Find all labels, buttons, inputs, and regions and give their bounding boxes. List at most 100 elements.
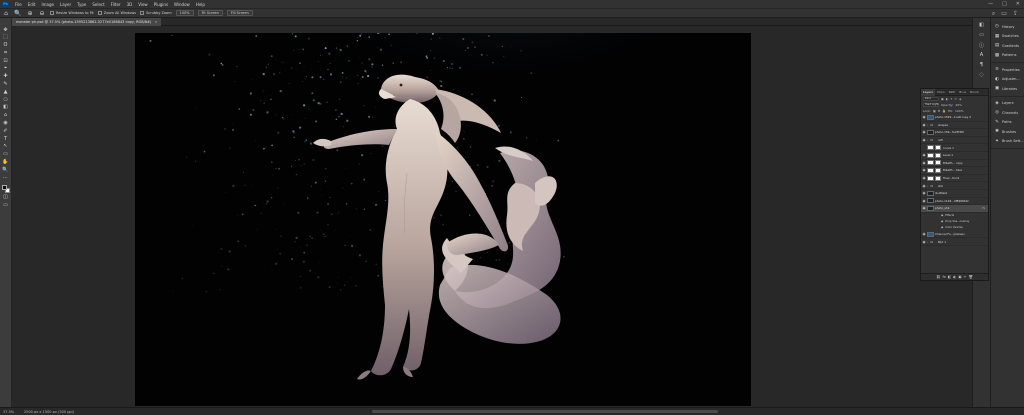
close-tab-icon[interactable]: × bbox=[154, 20, 157, 24]
dock-gradients[interactable]: ▤ Gradients bbox=[991, 41, 1024, 51]
dock-libraries[interactable]: ▣ Libraries bbox=[991, 84, 1024, 94]
more-tools-icon[interactable]: ⋯ bbox=[2, 174, 10, 181]
menu-type[interactable]: Type bbox=[74, 2, 89, 7]
dock-brushes[interactable]: ✱ Brushes bbox=[991, 127, 1024, 137]
layer-mask-thumbnail[interactable] bbox=[935, 160, 941, 166]
zoom-tool-icon[interactable]: 🔍 bbox=[2, 166, 10, 173]
add-style-icon[interactable]: fx bbox=[943, 275, 946, 279]
fit-screen-button[interactable]: Fit Screen bbox=[197, 10, 223, 16]
glyphs-icon[interactable]: ◌ bbox=[977, 72, 987, 80]
gradient-tool-icon[interactable]: ⌂ bbox=[2, 112, 10, 119]
tab-brush-settings[interactable]: Brush bbox=[968, 90, 981, 94]
lasso-tool-icon[interactable]: ʘ bbox=[2, 42, 10, 49]
menu-image[interactable]: Image bbox=[38, 2, 57, 7]
filter-smart-icon[interactable]: ◈ bbox=[959, 97, 961, 101]
paragraph-icon[interactable]: ¶ bbox=[977, 62, 987, 70]
tab-layers[interactable]: Layers bbox=[921, 88, 935, 96]
lock-all-icon[interactable]: 🔒 bbox=[942, 109, 946, 113]
link-layers-icon[interactable]: ⛓ bbox=[936, 275, 940, 279]
foreground-color-swatch[interactable] bbox=[1, 184, 7, 190]
menu-3d[interactable]: 3D bbox=[124, 2, 136, 7]
layer-row[interactable]: ◉ photo-159...fe25f4f0 bbox=[921, 129, 988, 137]
layer-row[interactable]: ◉ Hue/...tion1 bbox=[921, 175, 988, 183]
lock-position-icon[interactable]: ✥ bbox=[938, 109, 941, 113]
layer-mask-thumbnail[interactable] bbox=[935, 145, 941, 151]
menu-layer[interactable]: Layer bbox=[57, 2, 74, 7]
info-icon[interactable]: ⓘ bbox=[977, 42, 987, 50]
layer-row[interactable]: ◉ photo-1595...1ce8 copy 2 bbox=[921, 114, 988, 122]
layer-row[interactable]: ◉ lineMask bbox=[921, 190, 988, 198]
eraser-tool-icon[interactable]: ◧ bbox=[2, 104, 10, 111]
character-icon[interactable]: A bbox=[977, 52, 987, 60]
new-adjustment-icon[interactable]: ◐ bbox=[953, 275, 956, 279]
panel-toggle-icon[interactable]: ◧ bbox=[977, 22, 987, 30]
zoom-tool-preset-icon[interactable]: 🔍 bbox=[14, 9, 22, 17]
document-canvas[interactable] bbox=[135, 33, 751, 406]
opacity-value[interactable]: 49% bbox=[955, 103, 962, 107]
menu-select[interactable]: Select bbox=[89, 2, 107, 7]
dock-brush-settings[interactable]: ✦ Brush Sett... bbox=[991, 137, 1024, 147]
crop-tool-icon[interactable]: ⊡ bbox=[2, 57, 10, 64]
effect-eye-icon[interactable]: ◉ bbox=[941, 220, 943, 223]
eyedropper-tool-icon[interactable]: ⌖ bbox=[2, 65, 10, 72]
fx-badge[interactable]: fx bbox=[983, 207, 985, 210]
healing-tool-icon[interactable]: ✚ bbox=[2, 73, 10, 80]
filter-pixel-icon[interactable]: ▣ bbox=[941, 97, 944, 101]
layer-row[interactable]: Curve 1 bbox=[921, 144, 988, 152]
effect-eye-icon[interactable]: ◉ bbox=[941, 214, 943, 217]
effect-eye-icon[interactable]: ◉ bbox=[941, 226, 943, 229]
dock-properties[interactable]: ≡ Properties bbox=[991, 65, 1024, 75]
menu-help[interactable]: Help bbox=[193, 2, 208, 7]
delete-layer-icon[interactable]: 🗑 bbox=[968, 275, 972, 279]
lock-pixels-icon[interactable]: ▦ bbox=[933, 109, 936, 113]
history-brush-tool-icon[interactable]: ⎔ bbox=[2, 96, 10, 103]
maximize-button[interactable]: □ bbox=[1002, 1, 1007, 7]
filter-adjust-icon[interactable]: ◐ bbox=[946, 97, 949, 101]
layer-row[interactable]: ◉ › ▭ shb bbox=[921, 182, 988, 190]
dock-patterns[interactable]: ▩ Patterns bbox=[991, 51, 1024, 61]
menu-view[interactable]: View bbox=[135, 2, 151, 7]
object-select-tool-icon[interactable]: ⌗ bbox=[2, 49, 10, 56]
menu-window[interactable]: Window bbox=[171, 2, 193, 7]
workspace-icon[interactable]: ▭ bbox=[1001, 10, 1007, 18]
close-window-button[interactable]: ✕ bbox=[1016, 1, 1020, 7]
horizontal-scrollbar[interactable] bbox=[372, 410, 718, 413]
zoom-all-windows-checkbox[interactable]: Zoom All Windows bbox=[97, 11, 136, 15]
document-info[interactable]: 2500 px x 1500 px (300 ppi) bbox=[20, 410, 74, 414]
dock-adjustments[interactable]: ◐ Adjustm... bbox=[991, 75, 1024, 85]
layer-row[interactable]: ◉ Level 1 bbox=[921, 152, 988, 160]
layer-mask-thumbnail[interactable] bbox=[935, 152, 941, 158]
tab-channels[interactable]: Chan bbox=[935, 90, 947, 94]
filter-shape-icon[interactable]: ▭ bbox=[954, 97, 957, 101]
layer-mask-thumbnail[interactable] bbox=[935, 175, 941, 181]
dock-layers[interactable]: ◈ Layers bbox=[991, 99, 1024, 109]
brush-tool-icon[interactable]: ✎ bbox=[2, 81, 10, 88]
quick-mask-icon[interactable]: ◫ bbox=[2, 194, 10, 201]
blend-mode-select[interactable]: Hard Light bbox=[923, 103, 939, 107]
zoom-in-icon[interactable]: ⊕ bbox=[26, 9, 34, 17]
zoom-level[interactable]: 37.5% bbox=[0, 410, 20, 414]
layer-row[interactable]: ◉ › ▭ Bkd 1 bbox=[921, 238, 988, 246]
path-selection-tool-icon[interactable]: ↖ bbox=[2, 143, 10, 150]
dock-paths[interactable]: ✎ Paths bbox=[991, 118, 1024, 128]
tab-brushes[interactable]: Brus bbox=[957, 90, 968, 94]
new-layer-icon[interactable]: + bbox=[964, 275, 967, 279]
fill-screen-button[interactable]: Fill Screen bbox=[226, 10, 253, 16]
layer-row[interactable]: ◉ Channel Fo...(planes) bbox=[921, 231, 988, 239]
pen-tool-icon[interactable]: ✐ bbox=[2, 127, 10, 134]
minimize-button[interactable]: — bbox=[988, 1, 993, 7]
hand-tool-icon[interactable]: ✋ bbox=[2, 159, 10, 166]
add-mask-icon[interactable]: ◧ bbox=[948, 275, 951, 279]
color-swatches[interactable] bbox=[1, 184, 11, 194]
layer-row[interactable]: ◉ › ▭ shapes bbox=[921, 122, 988, 130]
search-icon[interactable]: ⌕ bbox=[992, 10, 995, 18]
zoom-100-button[interactable]: 100% bbox=[175, 10, 194, 16]
layer-row[interactable]: ◉ › ▭ refl bbox=[921, 137, 988, 145]
rectangle-tool-icon[interactable]: ▭ bbox=[2, 151, 10, 158]
clone-stamp-tool-icon[interactable]: ▲ bbox=[2, 88, 10, 95]
comments-icon[interactable]: ▭ bbox=[977, 32, 987, 40]
canvas-workspace[interactable] bbox=[12, 26, 972, 407]
filter-type-icon[interactable]: T bbox=[950, 97, 952, 101]
marquee-tool-icon[interactable]: ⬚ bbox=[2, 34, 10, 41]
type-tool-icon[interactable]: T bbox=[2, 135, 10, 142]
